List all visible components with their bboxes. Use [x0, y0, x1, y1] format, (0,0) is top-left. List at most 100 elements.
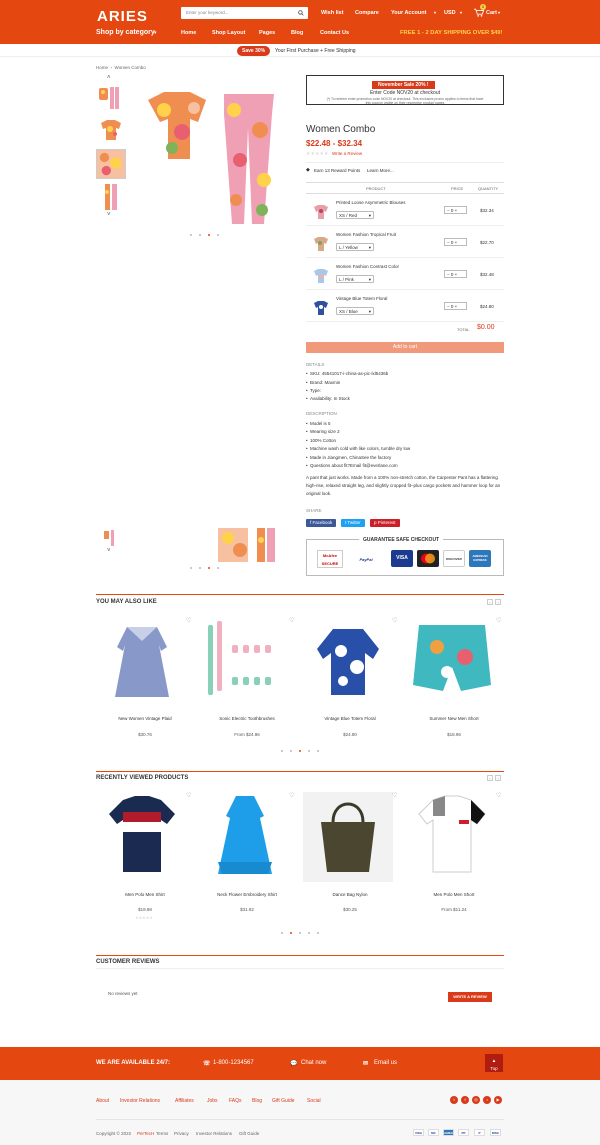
chevron-left-icon[interactable]: ‹ [487, 775, 493, 781]
legal-link[interactable]: Terms [156, 1131, 168, 1136]
gallery-dot[interactable] [208, 234, 210, 236]
gallery-dot[interactable] [190, 567, 192, 569]
carousel-dot[interactable] [281, 750, 283, 752]
row-name[interactable]: Women Fashion Tropical Fruit [336, 232, 396, 237]
write-review-button[interactable]: WRITE A REVIEW [448, 992, 492, 1002]
compare-link[interactable]: Compare [355, 10, 379, 16]
cart-link[interactable]: Cart [486, 10, 497, 16]
heart-icon[interactable]: ♡ [186, 617, 191, 624]
product-image[interactable] [407, 617, 497, 707]
thumbnail[interactable] [96, 82, 126, 112]
product-image[interactable] [97, 792, 187, 882]
thumbnail[interactable] [100, 528, 120, 548]
carousel-dot[interactable] [308, 750, 310, 752]
share-facebook-button[interactable]: f Facebook [306, 519, 337, 527]
thumbnail[interactable] [96, 182, 126, 212]
row-thumbnail[interactable] [312, 298, 330, 318]
chevron-up-icon[interactable]: ˄ [107, 75, 111, 81]
footer-link[interactable]: Social [307, 1098, 321, 1104]
search-icon[interactable] [293, 7, 308, 19]
footer-link[interactable]: Gift Guide [272, 1098, 295, 1104]
facebook-icon[interactable]: f [461, 1096, 469, 1104]
wishlist-link[interactable]: Wish list [321, 10, 344, 16]
chevron-left-icon[interactable]: ‹ [487, 599, 493, 605]
footer-link[interactable]: Blog [252, 1098, 262, 1104]
legal-link[interactable]: Investor Relations [196, 1131, 232, 1136]
twitter-icon[interactable]: t [450, 1096, 458, 1104]
nav-contact[interactable]: Contact Us [320, 30, 349, 36]
gallery-dot[interactable] [217, 567, 219, 569]
product-name[interactable]: New Women Vintage Plaid [95, 716, 195, 721]
gallery-dot[interactable] [217, 234, 219, 236]
thumbnail[interactable] [96, 149, 126, 179]
row-thumbnail[interactable] [312, 234, 330, 254]
write-review-link[interactable]: Write a Review [332, 151, 362, 156]
email-link[interactable]: Email us [374, 1060, 397, 1066]
product-name[interactable]: Men Polo Men Shirt [95, 892, 195, 897]
heart-icon[interactable]: ♡ [186, 792, 191, 799]
variant-select[interactable]: XS / Blue ▾ [336, 307, 374, 315]
shop-by-category[interactable]: Shop by category [96, 29, 155, 36]
row-name[interactable]: Vintage Blue Totem Floral [336, 296, 387, 301]
breadcrumb-home[interactable]: Home [96, 65, 108, 70]
row-thumbnail[interactable] [312, 266, 330, 286]
nav-home[interactable]: Home [181, 30, 196, 36]
chat-link[interactable]: Chat now [301, 1060, 326, 1066]
product-image[interactable] [407, 792, 497, 882]
chevron-right-icon[interactable]: › [495, 599, 501, 605]
carousel-dot[interactable] [317, 932, 319, 934]
product-name[interactable]: Sonic Electric Toothbrushes [197, 716, 297, 721]
phone-link[interactable]: 1-800-1234567 [213, 1060, 254, 1066]
heart-icon[interactable]: ♡ [289, 792, 294, 799]
product-name[interactable]: Dance Bag Nylon [300, 892, 400, 897]
footer-link[interactable]: Investor Relations [120, 1098, 160, 1104]
product-image[interactable] [200, 792, 290, 882]
add-to-cart-button[interactable]: Add to cart [306, 342, 504, 353]
carousel-dot[interactable] [308, 932, 310, 934]
footer-link[interactable]: Jobs [207, 1098, 218, 1104]
row-name[interactable]: Printed Loose Asymmetric Blouses [336, 200, 406, 205]
carousel-dot[interactable] [290, 932, 292, 934]
product-image[interactable] [303, 617, 393, 707]
chevron-down-icon[interactable]: ˅ [107, 548, 111, 554]
gallery-dot[interactable] [199, 234, 201, 236]
youtube-icon[interactable]: ▶ [494, 1096, 502, 1104]
variant-select[interactable]: XS / Red ▾ [336, 211, 374, 219]
product-image[interactable] [303, 792, 393, 882]
gallery-dot[interactable] [190, 234, 192, 236]
quantity-stepper[interactable]: − 0 + [444, 270, 467, 278]
variant-select[interactable]: L / Yellow ▾ [336, 243, 374, 251]
heart-icon[interactable]: ♡ [289, 617, 294, 624]
heart-icon[interactable]: ♡ [496, 792, 501, 799]
nav-shop-layout[interactable]: Shop Layout [212, 30, 245, 36]
logo[interactable]: ARIES [97, 8, 148, 25]
currency-select[interactable]: USD [444, 10, 456, 16]
chevron-right-icon[interactable]: › [495, 775, 501, 781]
product-name[interactable]: Men Polo Men Short [404, 892, 504, 897]
account-link[interactable]: Your Account [391, 10, 426, 16]
nav-pages[interactable]: Pages [259, 30, 275, 36]
footer-link[interactable]: FAQs [229, 1098, 242, 1104]
search-input[interactable]: Enter your keyword... [186, 10, 229, 15]
product-image[interactable] [97, 617, 187, 707]
product-name[interactable]: Neck Flower Embroidery Shirt [197, 892, 297, 897]
footer-link[interactable]: About [96, 1098, 109, 1104]
carousel-dot[interactable] [299, 932, 301, 934]
row-thumbnail[interactable] [312, 202, 330, 222]
carousel-dot[interactable] [299, 750, 301, 752]
quantity-stepper[interactable]: − 0 + [444, 206, 467, 214]
quantity-stepper[interactable]: − 0 + [444, 302, 467, 310]
legal-link[interactable]: Gift Guide [239, 1131, 259, 1136]
back-to-top-button[interactable]: ▲ Top [485, 1054, 503, 1072]
variant-select[interactable]: L / Pink ▾ [336, 275, 374, 283]
quantity-stepper[interactable]: − 0 + [444, 238, 467, 246]
carousel-dot[interactable] [290, 750, 292, 752]
product-main-image[interactable] [134, 80, 294, 230]
gallery-dot[interactable] [208, 567, 210, 569]
tiktok-icon[interactable]: ♪ [483, 1096, 491, 1104]
product-image[interactable] [200, 617, 290, 707]
heart-icon[interactable]: ♡ [496, 617, 501, 624]
promo-badge[interactable]: Save 30% [237, 46, 271, 56]
thumbnail[interactable] [96, 115, 126, 145]
search-box[interactable]: Enter your keyword... [181, 7, 308, 19]
